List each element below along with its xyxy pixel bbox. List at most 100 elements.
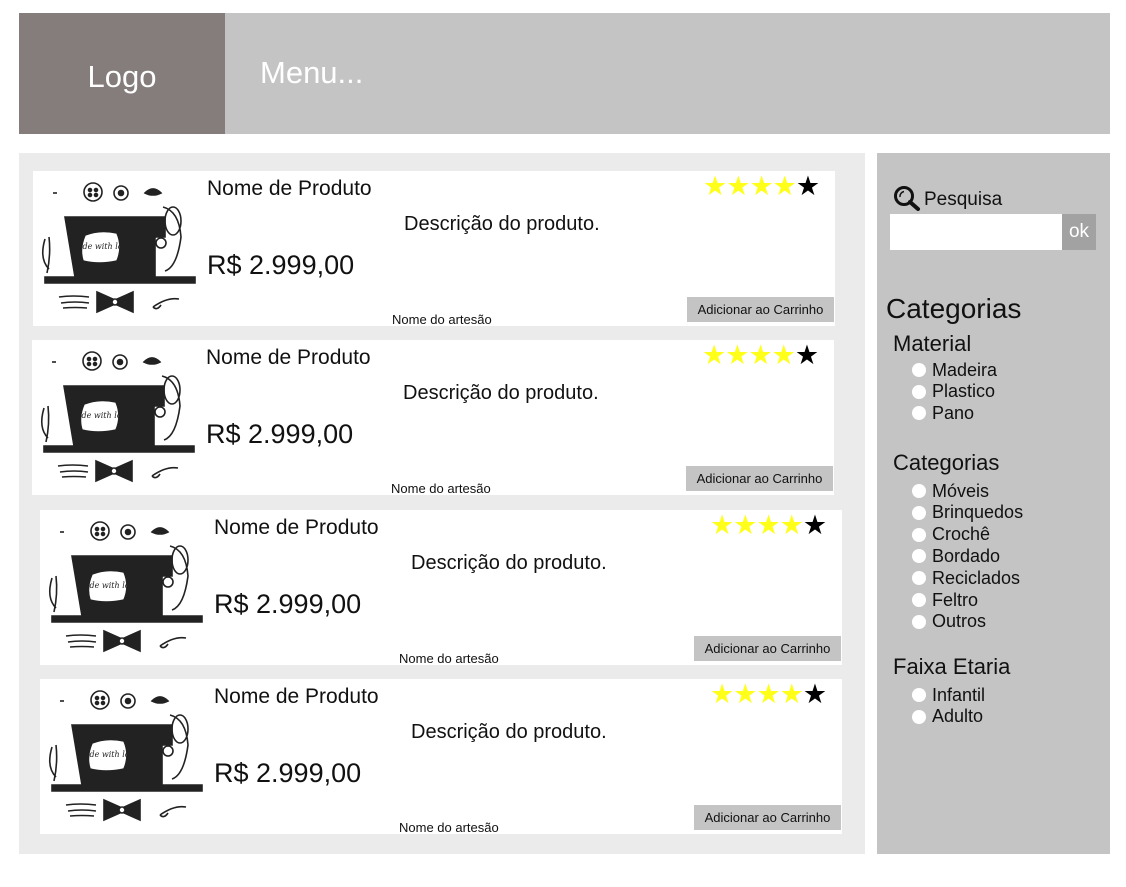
product-description: Descrição do produto.: [411, 552, 607, 574]
radio-button[interactable]: [912, 505, 926, 520]
star-icon: ★: [725, 340, 749, 370]
product-artisan: Nome do artesão: [399, 820, 499, 835]
filter-option[interactable]: Infantil: [912, 684, 985, 706]
add-to-cart-button[interactable]: Adicionar ao Carrinho: [686, 466, 833, 491]
rating-stars: ★★★★★: [710, 679, 827, 709]
radio-button[interactable]: [912, 384, 926, 399]
radio-button[interactable]: [912, 549, 926, 564]
product-image[interactable]: made with love: [35, 177, 203, 321]
filter-option[interactable]: Adulto: [912, 706, 983, 728]
star-icon: ★: [756, 510, 780, 540]
made-with-love-text: made with love: [69, 411, 131, 420]
filter-option-label: Madeira: [932, 359, 998, 380]
product-price: R$ 2.999,00: [207, 250, 355, 280]
product-name[interactable]: Nome de Produto: [207, 177, 372, 201]
filter-option-label: Reciclados: [932, 567, 1021, 588]
search-label: Pesquisa: [893, 185, 1002, 211]
filter-option-label: Outros: [932, 611, 987, 632]
filter-group-title: Faixa Etaria: [893, 654, 1011, 679]
radio-button[interactable]: [912, 593, 926, 607]
filter-option[interactable]: Feltro: [912, 589, 978, 611]
filter-option[interactable]: Bordado: [912, 545, 1000, 567]
star-icon: ★: [726, 171, 750, 201]
radio-button[interactable]: [912, 484, 926, 498]
star-icon: ★: [779, 510, 804, 540]
star-icon: ★: [772, 171, 797, 201]
categories-title: Categorias: [886, 293, 1022, 324]
product-price: R$ 2.999,00: [206, 419, 354, 449]
product-description: Descrição do produto.: [411, 721, 607, 743]
star-icon: ★: [795, 171, 820, 201]
product-description: Descrição do produto.: [404, 213, 600, 235]
filter-option[interactable]: Móveis: [912, 480, 989, 502]
filter-option[interactable]: Outros: [912, 611, 986, 633]
product-name[interactable]: Nome de Produto: [214, 685, 379, 709]
menu[interactable]: Menu...: [260, 55, 363, 91]
star-icon: ★: [794, 340, 819, 370]
filter-option-label: Plastico: [932, 381, 996, 401]
search-ok-button[interactable]: ok: [1062, 214, 1096, 250]
search-icon: [894, 186, 920, 211]
filter-option-label: Infantil: [932, 684, 986, 705]
filter-option-label: Feltro: [932, 589, 979, 610]
radio-button[interactable]: [912, 527, 926, 542]
star-icon: ★: [802, 510, 827, 540]
star-icon: ★: [733, 510, 757, 540]
star-icon: ★: [733, 679, 757, 709]
product-list: made with love Nome de Produto Descrição…: [19, 153, 865, 854]
product-artisan: Nome do artesão: [399, 651, 499, 666]
star-icon: ★: [771, 340, 796, 370]
product-card[interactable]: made with love Nome de Produto Descrição…: [40, 679, 842, 835]
rating-stars: ★★★★★: [703, 171, 820, 201]
product-card[interactable]: made with love Nome de Produto Descrição…: [32, 340, 834, 496]
star-icon: ★: [749, 171, 773, 201]
add-to-cart-button[interactable]: Adicionar ao Carrinho: [694, 805, 841, 830]
filter-option-label: Pano: [932, 402, 975, 423]
filter-option[interactable]: Madeira: [912, 359, 997, 381]
product-image[interactable]: made with love: [42, 516, 210, 660]
filter-option[interactable]: Brinquedos: [912, 502, 1023, 524]
filter-option[interactable]: Plastico: [912, 381, 995, 403]
search-input[interactable]: [890, 214, 1062, 250]
product-artisan: Nome do artesão: [391, 481, 491, 496]
filter-group-title: Material: [893, 331, 972, 356]
product-card[interactable]: made with love Nome de Produto Descrição…: [33, 171, 835, 327]
filter-option-label: Brinquedos: [932, 502, 1024, 523]
radio-button[interactable]: [912, 688, 926, 702]
made-with-love-text: made with love: [77, 581, 139, 590]
star-icon: ★: [756, 679, 780, 709]
filter-option[interactable]: Pano: [912, 402, 974, 424]
product-price: R$ 2.999,00: [214, 758, 362, 788]
radio-button[interactable]: [912, 571, 926, 586]
filter-option-label: Móveis: [932, 480, 990, 501]
product-name[interactable]: Nome de Produto: [214, 516, 379, 540]
product-image[interactable]: made with love: [42, 685, 210, 829]
filter-option[interactable]: Reciclados: [912, 567, 1020, 589]
filter-option[interactable]: Crochê: [912, 524, 990, 546]
add-to-cart-button[interactable]: Adicionar ao Carrinho: [687, 297, 834, 322]
rating-stars: ★★★★★: [702, 340, 819, 370]
radio-button[interactable]: [912, 709, 926, 724]
radio-button[interactable]: [912, 614, 926, 629]
search-label-text: Pesquisa: [924, 189, 1003, 210]
add-to-cart-button[interactable]: Adicionar ao Carrinho: [694, 636, 841, 661]
product-card[interactable]: made with love Nome de Produto Descrição…: [40, 510, 842, 666]
star-icon: ★: [779, 679, 804, 709]
filter-option-label: Bordado: [932, 545, 1001, 566]
star-icon: ★: [703, 171, 727, 201]
logo-text: Logo: [87, 58, 157, 94]
filter-option-label: Crochê: [932, 524, 991, 545]
filter-group-title: Categorias: [893, 450, 1000, 475]
radio-button[interactable]: [912, 406, 926, 420]
rating-stars: ★★★★★: [710, 510, 827, 540]
sidebar: Pesquisa ok Categorias Material Madeira Pl…: [877, 153, 1110, 854]
radio-button[interactable]: [912, 363, 926, 377]
logo[interactable]: Logo: [19, 13, 225, 134]
product-image[interactable]: made with love: [34, 346, 202, 490]
header: Logo Menu...: [19, 13, 1110, 134]
product-name[interactable]: Nome de Produto: [206, 346, 371, 370]
product-artisan: Nome do artesão: [392, 312, 492, 327]
star-icon: ★: [748, 340, 772, 370]
star-icon: ★: [710, 510, 734, 540]
made-with-love-text: made with love: [70, 242, 132, 251]
